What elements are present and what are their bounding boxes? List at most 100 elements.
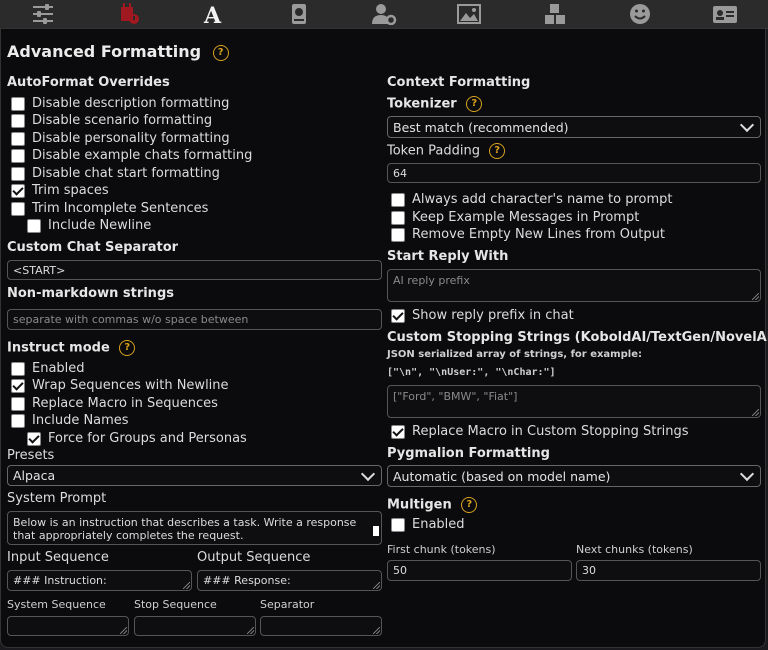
checkbox-include-names[interactable]: Include Names (11, 412, 129, 429)
custom-chat-separator-input[interactable]: <START> (7, 260, 382, 280)
non-markdown-strings-input[interactable]: separate with commas w/o space between (7, 309, 382, 330)
svg-text:A: A (203, 3, 222, 25)
help-icon[interactable]: ? (489, 143, 506, 159)
help-icon[interactable]: ? (466, 96, 483, 112)
context-formatting-heading: Context Formatting (387, 75, 531, 90)
stop-sequence-label: Stop Sequence (134, 598, 217, 611)
checkbox-box[interactable] (391, 210, 405, 225)
checkbox-disable-scenario[interactable]: Disable scenario formatting (11, 112, 212, 129)
smiley-icon[interactable] (610, 0, 670, 28)
checkbox-wrap-sequences[interactable]: Wrap Sequences with Newline (11, 377, 229, 394)
multigen-heading: Multigen ? (387, 497, 478, 513)
book-globe-icon[interactable] (269, 0, 329, 28)
checkbox-disable-description[interactable]: Disable description formatting (11, 95, 229, 112)
checkbox-replace-macro-stopping[interactable]: Replace Macro in Custom Stopping Strings (391, 423, 689, 440)
plug-icon[interactable] (98, 0, 158, 28)
checkbox-disable-chat-start[interactable]: Disable chat start formatting (11, 165, 220, 182)
checkbox-box[interactable] (11, 131, 25, 146)
instruct-mode-heading: Instruct mode ? (7, 340, 136, 356)
checkbox-trim-incomplete[interactable]: Trim Incomplete Sentences (11, 200, 208, 217)
system-sequence-field[interactable] (7, 616, 129, 636)
sliders-icon[interactable] (13, 0, 73, 28)
checkbox-multigen-enabled[interactable]: Enabled (391, 516, 465, 533)
chevron-down-icon (739, 117, 755, 133)
font-a-icon[interactable]: A (183, 0, 243, 28)
chevron-down-icon (360, 466, 376, 481)
checkbox-disable-personality[interactable]: Disable personality formatting (11, 130, 230, 147)
id-card-icon[interactable] (695, 0, 755, 28)
custom-stopping-strings-heading: Custom Stopping Strings (KoboldAI/TextGe… (387, 330, 768, 345)
output-sequence-field[interactable]: ### Response: (197, 570, 382, 591)
checkbox-always-add-name[interactable]: Always add character's name to prompt (391, 191, 673, 208)
resize-grip-icon[interactable] (247, 627, 254, 634)
presets-select[interactable]: Alpaca (7, 465, 382, 486)
checkbox-box[interactable] (27, 431, 41, 446)
resize-grip-icon[interactable] (373, 627, 380, 634)
checkbox-box[interactable] (391, 424, 405, 439)
start-reply-with-heading: Start Reply With (387, 249, 509, 264)
resize-grip-icon[interactable] (752, 293, 759, 300)
resize-grip-icon[interactable] (183, 582, 190, 589)
system-prompt-label: System Prompt (7, 491, 107, 506)
help-icon[interactable]: ? (212, 44, 229, 61)
tokenizer-heading: Tokenizer ? (387, 96, 483, 112)
start-reply-with-textarea[interactable]: AI reply prefix (387, 269, 761, 302)
checkbox-box[interactable] (11, 378, 25, 393)
pygmalion-formatting-select[interactable]: Automatic (based on model name) (387, 465, 761, 487)
cubes-icon[interactable] (525, 0, 585, 28)
checkbox-include-newline[interactable]: Include Newline (27, 217, 151, 234)
chevron-down-icon (739, 466, 755, 482)
checkbox-remove-empty-lines[interactable]: Remove Empty New Lines from Output (391, 226, 665, 243)
custom-chat-separator-heading: Custom Chat Separator (7, 240, 179, 255)
checkbox-box[interactable] (11, 113, 25, 128)
system-sequence-label: System Sequence (7, 598, 106, 611)
checkbox-box[interactable] (11, 183, 25, 198)
checkbox-box[interactable] (391, 517, 405, 532)
checkbox-instruct-enabled[interactable]: Enabled (11, 360, 85, 377)
next-chunks-input[interactable]: 30 (576, 560, 761, 581)
checkbox-box[interactable] (11, 166, 25, 181)
image-icon[interactable] (439, 0, 499, 28)
input-sequence-field[interactable]: ### Instruction: (7, 570, 192, 591)
system-prompt-textarea[interactable]: Below is an instruction that describes a… (7, 511, 382, 545)
checkbox-box[interactable] (391, 192, 405, 207)
autoformat-overrides-heading: AutoFormat Overrides (7, 75, 170, 90)
checkbox-show-reply-prefix[interactable]: Show reply prefix in chat (391, 307, 574, 324)
checkbox-force-groups[interactable]: Force for Groups and Personas (27, 430, 247, 447)
separator-field[interactable] (260, 616, 382, 636)
stop-sequence-field[interactable] (134, 616, 256, 636)
checkbox-box[interactable] (11, 201, 25, 216)
help-icon[interactable]: ? (461, 497, 478, 513)
scrollbar-thumb[interactable] (373, 526, 379, 536)
checkbox-box[interactable] (11, 413, 25, 428)
checkbox-box[interactable] (11, 361, 25, 376)
input-sequence-label: Input Sequence (7, 550, 109, 565)
stopping-strings-hint: JSON serialized array of strings, for ex… (387, 349, 642, 360)
checkbox-disable-example-chats[interactable]: Disable example chats formatting (11, 147, 252, 164)
first-chunk-input[interactable]: 50 (387, 560, 572, 581)
resize-grip-icon[interactable] (752, 409, 759, 416)
top-toolbar: A (0, 0, 768, 29)
checkbox-keep-example-messages[interactable]: Keep Example Messages in Prompt (391, 209, 639, 226)
checkbox-box[interactable] (391, 227, 405, 242)
resize-grip-icon[interactable] (373, 582, 380, 589)
next-chunks-label: Next chunks (tokens) (576, 543, 693, 556)
checkbox-box[interactable] (11, 148, 25, 163)
checkbox-trim-spaces[interactable]: Trim spaces (11, 182, 109, 199)
user-gear-icon[interactable] (354, 0, 414, 28)
separator-label: Separator (260, 598, 315, 611)
checkbox-box[interactable] (391, 308, 405, 323)
resize-grip-icon[interactable] (120, 627, 127, 634)
help-icon[interactable]: ? (119, 340, 136, 356)
token-padding-label: Token Padding ? (387, 143, 506, 159)
presets-label: Presets (7, 448, 55, 463)
checkbox-box[interactable] (27, 218, 41, 233)
output-sequence-label: Output Sequence (197, 550, 311, 565)
checkbox-replace-macro-sequences[interactable]: Replace Macro in Sequences (11, 395, 218, 412)
checkbox-box[interactable] (11, 396, 25, 411)
stopping-strings-textarea[interactable]: ["Ford", "BMW", "Fiat"] (387, 385, 761, 418)
checkbox-box[interactable] (11, 96, 25, 111)
stopping-strings-example: ["\n", "\nUser:", "\nChar:"] (387, 367, 556, 378)
tokenizer-select[interactable]: Best match (recommended) (387, 116, 761, 138)
token-padding-input[interactable]: 64 (387, 163, 761, 183)
